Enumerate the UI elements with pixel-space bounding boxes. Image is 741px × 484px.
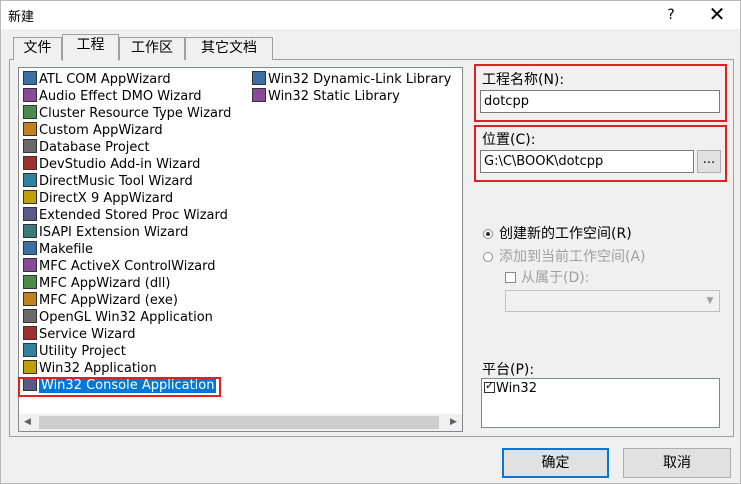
project-type-label: Extended Stored Proc Wizard <box>39 208 228 223</box>
project-type-icon <box>23 139 37 153</box>
project-type-label: Utility Project <box>39 344 126 359</box>
project-type-icon <box>23 326 37 340</box>
dependency-select[interactable]: ▼ <box>505 290 720 312</box>
project-type-item[interactable]: MFC AppWizard (dll) <box>23 275 170 292</box>
help-button[interactable]: ? <box>656 3 686 27</box>
project-type-icon <box>23 343 37 357</box>
project-type-label: DevStudio Add-in Wizard <box>39 157 201 172</box>
project-type-label: MFC AppWizard (exe) <box>39 293 178 308</box>
tab-projects[interactable]: 工程 <box>62 34 119 61</box>
ok-button[interactable]: 确定 <box>502 448 609 478</box>
project-type-item[interactable]: ISAPI Extension Wizard <box>23 224 188 241</box>
project-type-item[interactable]: ATL COM AppWizard <box>23 71 171 88</box>
project-name-label: 工程名称(N): <box>482 72 565 88</box>
project-type-item[interactable]: MFC ActiveX ControlWizard <box>23 258 215 275</box>
project-type-icon <box>23 173 37 187</box>
project-type-item[interactable]: DirectX 9 AppWizard <box>23 190 173 207</box>
scroll-right-icon[interactable]: ▶ <box>445 414 462 431</box>
project-type-item[interactable]: Audio Effect DMO Wizard <box>23 88 202 105</box>
scroll-thumb[interactable] <box>39 416 439 429</box>
project-type-item[interactable]: Service Wizard <box>23 326 136 343</box>
project-type-icon <box>23 275 37 289</box>
browse-button[interactable]: ... <box>697 150 721 173</box>
project-type-item[interactable]: Extended Stored Proc Wizard <box>23 207 228 224</box>
project-type-label: Win32 Static Library <box>268 89 400 104</box>
project-type-label: Makefile <box>39 242 94 257</box>
location-input[interactable]: G:\C\BOOK\dotcpp <box>480 150 694 173</box>
platform-item-win32[interactable]: Win32 <box>484 379 537 396</box>
horizontal-scrollbar[interactable]: ◀ ▶ <box>19 414 462 431</box>
project-type-item[interactable]: Win32 Application <box>23 360 157 377</box>
project-type-icon <box>23 241 37 255</box>
project-type-icon <box>23 88 37 102</box>
platform-label: 平台(P): <box>482 362 535 378</box>
project-type-label: ATL COM AppWizard <box>39 72 171 87</box>
project-type-icon <box>23 224 37 238</box>
project-type-icon <box>23 190 37 204</box>
tab-other-documents[interactable]: 其它文档 <box>185 37 273 60</box>
project-type-item[interactable]: DirectMusic Tool Wizard <box>23 173 193 190</box>
project-type-label: Custom AppWizard <box>39 123 163 138</box>
project-type-icon <box>23 292 37 306</box>
project-type-label: DirectMusic Tool Wizard <box>39 174 193 189</box>
tab-workspaces[interactable]: 工作区 <box>119 37 185 60</box>
project-type-item[interactable]: Win32 Static Library <box>252 88 400 105</box>
project-type-item[interactable]: Utility Project <box>23 343 126 360</box>
project-type-label: MFC ActiveX ControlWizard <box>39 259 216 274</box>
project-type-icon <box>252 88 266 102</box>
project-type-icon <box>23 309 37 323</box>
project-type-label: DirectX 9 AppWizard <box>39 191 174 206</box>
cancel-button[interactable]: 取消 <box>623 448 731 478</box>
checkbox-icon <box>505 272 516 283</box>
project-type-icon <box>23 156 37 170</box>
project-type-icon <box>23 360 37 374</box>
project-type-item[interactable]: Database Project <box>23 139 150 156</box>
project-type-label: Audio Effect DMO Wizard <box>39 89 202 104</box>
project-name-input[interactable]: dotcpp <box>480 90 720 113</box>
project-type-label: OpenGL Win32 Application <box>39 310 213 325</box>
project-type-label: Win32 Dynamic-Link Library <box>268 72 452 87</box>
close-button[interactable]: ✕ <box>697 3 737 27</box>
project-type-item[interactable]: Win32 Dynamic-Link Library <box>252 71 451 88</box>
project-type-label: MFC AppWizard (dll) <box>39 276 171 291</box>
chevron-down-icon: ▼ <box>706 296 714 306</box>
selection-highlight-box <box>18 377 221 397</box>
location-label: 位置(C): <box>482 132 536 148</box>
project-type-label: Cluster Resource Type Wizard <box>39 106 232 121</box>
dependency-checkbox[interactable]: 从属于(D): <box>505 267 589 287</box>
project-type-icon <box>23 122 37 136</box>
project-type-icon <box>252 71 266 85</box>
scroll-left-icon[interactable]: ◀ <box>19 414 36 431</box>
title-bar: 新建 ? ✕ <box>1 1 740 29</box>
project-type-item[interactable]: Cluster Resource Type Wizard <box>23 105 231 122</box>
project-type-label: Service Wizard <box>39 327 136 342</box>
checkbox-checked-icon <box>484 379 495 393</box>
radio-dot-icon <box>483 252 493 262</box>
project-type-label: Win32 Application <box>39 361 157 376</box>
platform-list[interactable]: Win32 <box>481 378 720 428</box>
add-to-current-workspace-radio[interactable]: 添加到当前工作空间(A) <box>483 246 646 266</box>
dialog-title: 新建 <box>8 10 35 25</box>
project-type-item[interactable]: MFC AppWizard (exe) <box>23 292 178 309</box>
tab-files[interactable]: 文件 <box>13 37 62 60</box>
project-type-label: ISAPI Extension Wizard <box>39 225 189 240</box>
project-type-icon <box>23 71 37 85</box>
project-type-item[interactable]: Makefile <box>23 241 93 258</box>
radio-dot-icon <box>483 229 493 239</box>
project-type-icon <box>23 258 37 272</box>
project-type-icon <box>23 207 37 221</box>
new-dialog: 新建 ? ✕ 文件 工程 工作区 其它文档 ATL COM AppWizard A… <box>0 0 741 484</box>
project-type-item[interactable]: DevStudio Add-in Wizard <box>23 156 200 173</box>
project-type-item[interactable]: Custom AppWizard <box>23 122 163 139</box>
create-new-workspace-radio[interactable]: 创建新的工作空间(R) <box>483 223 632 243</box>
project-type-icon <box>23 105 37 119</box>
project-type-item[interactable]: OpenGL Win32 Application <box>23 309 213 326</box>
project-type-label: Database Project <box>39 140 150 155</box>
